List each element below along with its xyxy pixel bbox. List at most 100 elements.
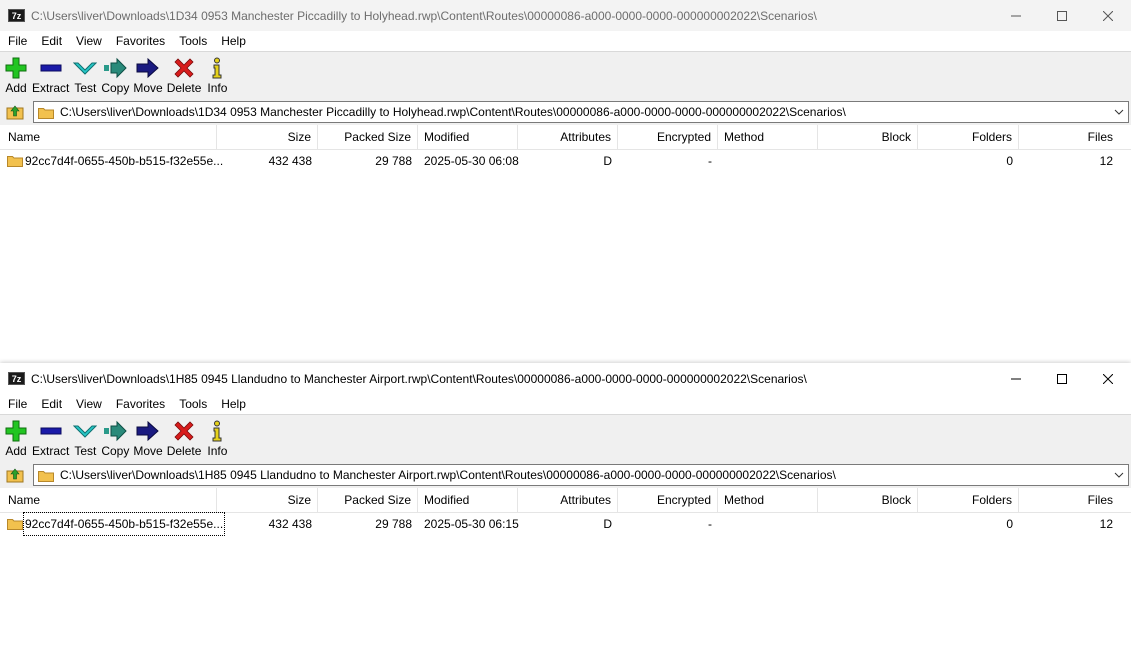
address-path: C:\Users\liver\Downloads\1H85 0945 Lland… — [60, 468, 836, 482]
check-icon — [73, 57, 98, 79]
menu-view[interactable]: View — [68, 34, 108, 48]
col-packed-size[interactable]: Packed Size — [318, 488, 418, 512]
menu-tools[interactable]: Tools — [171, 34, 213, 48]
chevron-down-icon — [1114, 109, 1124, 115]
folder-icon — [38, 470, 54, 482]
cell-folders: 0 — [1006, 517, 1013, 531]
close-icon — [1103, 373, 1113, 384]
col-block[interactable]: Block — [818, 125, 918, 149]
menu-bar: File Edit View Favorites Tools Help — [0, 394, 1131, 414]
address-combobox[interactable]: C:\Users\liver\Downloads\1H85 0945 Lland… — [33, 464, 1129, 486]
7zip-app-icon: 7z — [8, 372, 25, 385]
minimize-button[interactable] — [993, 0, 1039, 31]
x-icon — [172, 420, 196, 442]
arrow-right-icon — [136, 57, 160, 79]
maximize-icon — [1057, 373, 1067, 384]
address-path: C:\Users\liver\Downloads\1D34 0953 Manch… — [60, 105, 846, 119]
maximize-button[interactable] — [1039, 363, 1085, 394]
info-icon — [205, 420, 229, 442]
cell-size: 432 438 — [268, 154, 312, 168]
plus-icon — [4, 420, 28, 442]
minus-icon — [39, 420, 63, 442]
folder-icon — [38, 107, 54, 119]
col-size[interactable]: Size — [217, 488, 318, 512]
col-packed-size[interactable]: Packed Size — [318, 125, 418, 149]
info-button[interactable]: Info — [205, 415, 229, 458]
table-row[interactable]: 92cc7d4f-0655-450b-b515-f32e55e... 432 4… — [0, 150, 1131, 172]
x-icon — [172, 57, 196, 79]
delete-button[interactable]: Delete — [167, 415, 201, 458]
address-combobox[interactable]: C:\Users\liver\Downloads\1D34 0953 Manch… — [33, 101, 1129, 123]
col-folders[interactable]: Folders — [918, 488, 1019, 512]
col-name[interactable]: Name — [0, 488, 217, 512]
menu-edit[interactable]: Edit — [33, 397, 68, 411]
col-encrypted[interactable]: Encrypted — [618, 125, 718, 149]
archive-window-1: 7z C:\Users\liver\Downloads\1D34 0953 Ma… — [0, 0, 1131, 363]
menu-favorites[interactable]: Favorites — [108, 397, 171, 411]
copy-button[interactable]: Copy — [101, 52, 129, 95]
col-method[interactable]: Method — [718, 125, 818, 149]
extract-button[interactable]: Extract — [32, 415, 69, 458]
move-button[interactable]: Move — [133, 52, 163, 95]
cell-encrypted: - — [708, 517, 712, 531]
info-button[interactable]: Info — [205, 52, 229, 95]
delete-button[interactable]: Delete — [167, 52, 201, 95]
cell-files: 12 — [1099, 154, 1113, 168]
folder-icon — [7, 519, 23, 530]
address-bar: C:\Users\liver\Downloads\1D34 0953 Manch… — [0, 99, 1131, 125]
table-row[interactable]: 92cc7d4f-0655-450b-b515-f32e55e... 432 4… — [0, 512, 1131, 536]
title-bar[interactable]: 7z C:\Users\liver\Downloads\1D34 0953 Ma… — [0, 0, 1131, 31]
cell-name: 92cc7d4f-0655-450b-b515-f32e55e... — [25, 154, 224, 168]
window-title: C:\Users\liver\Downloads\1H85 0945 Lland… — [31, 371, 807, 386]
test-button[interactable]: Test — [73, 52, 98, 95]
add-button[interactable]: Add — [4, 415, 28, 458]
cell-files: 12 — [1099, 517, 1113, 531]
col-encrypted[interactable]: Encrypted — [618, 488, 718, 512]
col-folders[interactable]: Folders — [918, 125, 1019, 149]
col-name[interactable]: Name — [0, 125, 217, 149]
plus-icon — [4, 57, 28, 79]
double-arrow-icon — [103, 420, 128, 442]
cell-encrypted: - — [708, 154, 712, 168]
maximize-button[interactable] — [1039, 0, 1085, 31]
close-button[interactable] — [1085, 0, 1131, 31]
test-button[interactable]: Test — [73, 415, 98, 458]
arrow-right-icon — [136, 420, 160, 442]
folder-up-icon — [6, 105, 24, 120]
menu-file[interactable]: File — [0, 34, 33, 48]
col-modified[interactable]: Modified — [418, 488, 518, 512]
menu-file[interactable]: File — [0, 397, 33, 411]
cell-packed-size: 29 788 — [375, 517, 412, 531]
move-button[interactable]: Move — [133, 415, 163, 458]
folder-up-button[interactable] — [5, 465, 25, 485]
cell-block — [818, 513, 912, 535]
menu-favorites[interactable]: Favorites — [108, 34, 171, 48]
copy-button[interactable]: Copy — [101, 415, 129, 458]
close-button[interactable] — [1085, 363, 1131, 394]
col-method[interactable]: Method — [718, 488, 818, 512]
col-files[interactable]: Files — [1019, 488, 1119, 512]
menu-help[interactable]: Help — [213, 34, 252, 48]
menu-view[interactable]: View — [68, 397, 108, 411]
menu-tools[interactable]: Tools — [171, 397, 213, 411]
cell-folders: 0 — [1006, 154, 1013, 168]
col-size[interactable]: Size — [217, 125, 318, 149]
column-header: Name Size Packed Size Modified Attribute… — [0, 488, 1131, 513]
folder-up-button[interactable] — [5, 102, 25, 122]
col-attributes[interactable]: Attributes — [518, 125, 618, 149]
title-bar[interactable]: 7z C:\Users\liver\Downloads\1H85 0945 Ll… — [0, 363, 1131, 394]
extract-button[interactable]: Extract — [32, 52, 69, 95]
cell-packed-size: 29 788 — [375, 154, 412, 168]
col-attributes[interactable]: Attributes — [518, 488, 618, 512]
add-button[interactable]: Add — [4, 52, 28, 95]
col-modified[interactable]: Modified — [418, 125, 518, 149]
cell-attributes: D — [603, 154, 612, 168]
col-files[interactable]: Files — [1019, 125, 1119, 149]
folder-icon — [7, 156, 23, 167]
cell-modified: 2025-05-30 06:15 — [424, 517, 519, 531]
menu-edit[interactable]: Edit — [33, 34, 68, 48]
menu-help[interactable]: Help — [213, 397, 252, 411]
cell-modified: 2025-05-30 06:08 — [424, 154, 519, 168]
col-block[interactable]: Block — [818, 488, 918, 512]
minimize-button[interactable] — [993, 363, 1039, 394]
